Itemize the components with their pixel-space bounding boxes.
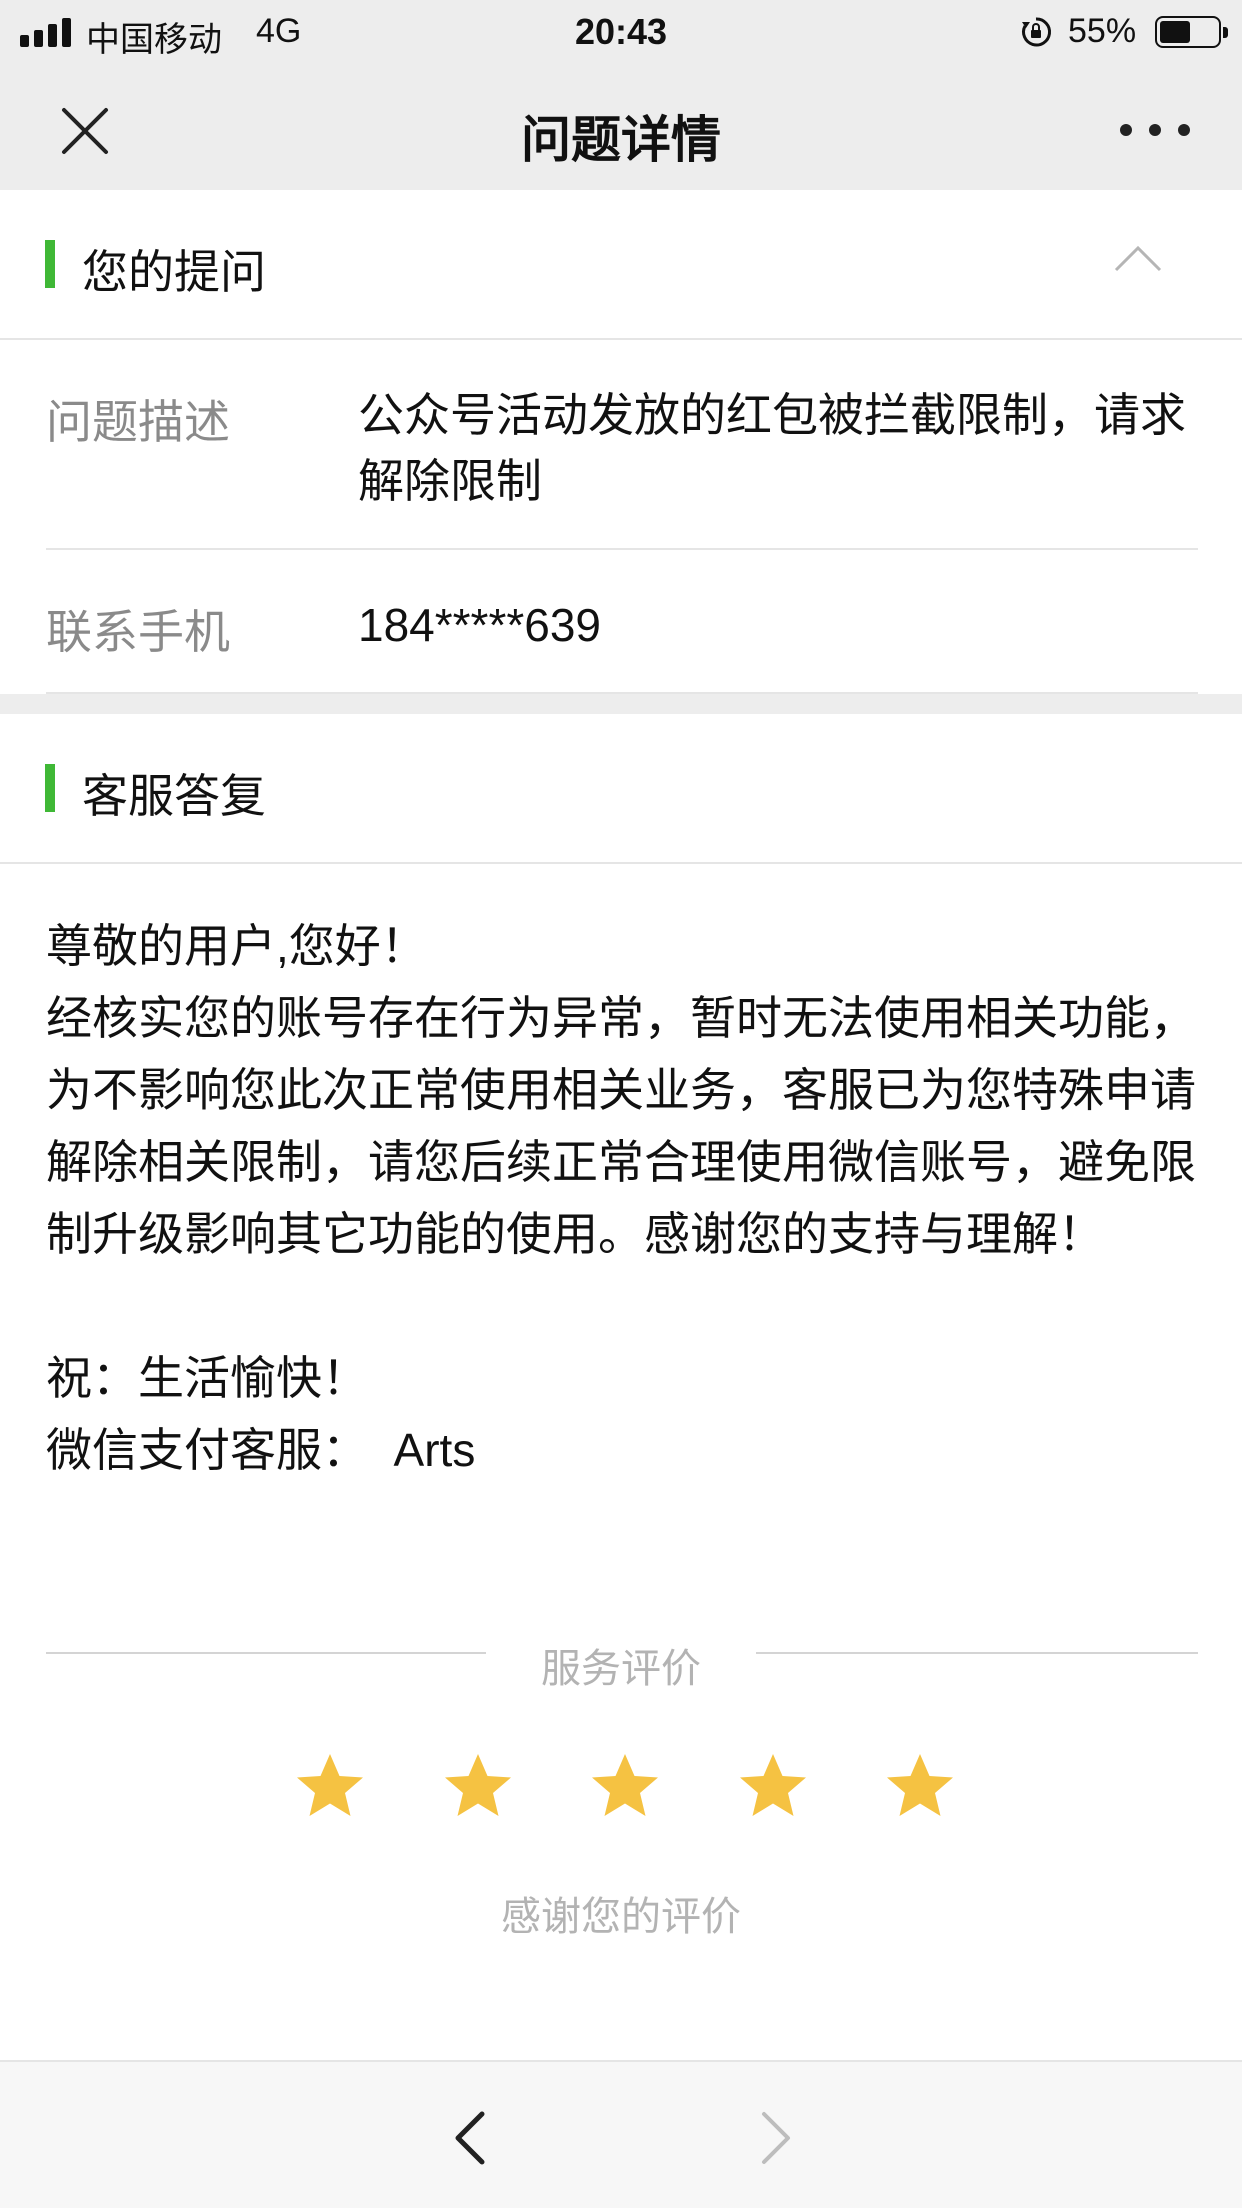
more-icon[interactable]: [1120, 110, 1190, 150]
rating-thanks: 感谢您的评价: [501, 1895, 741, 1939]
star-icon[interactable]: [438, 1748, 518, 1828]
rating-label: 服务评价: [541, 1647, 701, 1691]
divider: [0, 338, 1242, 340]
reply-section-title: 客服答复: [82, 770, 266, 822]
phone-value: 184*****639: [358, 599, 602, 651]
rotation-lock-icon: [1022, 17, 1052, 47]
chevron-right-icon[interactable]: [750, 2108, 800, 2168]
description-value: 公众号活动发放的红包被拦截限制，请求解除限制: [358, 389, 1186, 507]
status-bar: 中国移动 4G 20:43 55%: [0, 0, 1242, 62]
battery-icon: [1155, 16, 1228, 48]
page: 中国移动 4G 20:43 55% 问题详情 您的提问 问题描述 公众号活动发放…: [0, 0, 1242, 2208]
reply-signature: 微信支付客服： Arts: [46, 1424, 476, 1476]
nav-bar: 问题详情: [0, 62, 1242, 190]
reply-body: 经核实您的账号存在行为异常，暂时无法使用相关功能，为不影响您此次正常使用相关业务…: [46, 992, 1196, 1260]
reply-section-header: 客服答复: [0, 714, 1242, 862]
chevron-left-icon[interactable]: [446, 2108, 496, 2168]
question-section-title: 您的提问: [82, 246, 266, 298]
page-title: 问题详情: [521, 112, 721, 168]
section-gap: [0, 694, 1242, 714]
chevron-up-icon[interactable]: [1112, 238, 1164, 278]
section-accent-bar: [45, 240, 55, 288]
reply-greeting: 尊敬的用户,您好！: [46, 920, 427, 972]
phone-label: 联系手机: [46, 606, 230, 658]
star-icon[interactable]: [880, 1748, 960, 1828]
section-accent-bar: [45, 764, 55, 812]
question-section-header: 您的提问: [0, 190, 1242, 338]
star-rating[interactable]: [290, 1748, 960, 1828]
clock: 20:43: [574, 11, 668, 52]
star-icon[interactable]: [290, 1748, 370, 1828]
star-icon[interactable]: [585, 1748, 665, 1828]
battery-percent: 55%: [1068, 12, 1137, 50]
description-label: 问题描述: [46, 396, 230, 448]
reply-wish: 祝：生活愉快！: [46, 1352, 368, 1404]
reply-content: 尊敬的用户,您好！ 经核实您的账号存在行为异常，暂时无法使用相关功能，为不影响您…: [46, 910, 1196, 1486]
divider: [46, 548, 1198, 550]
bottom-toolbar: [0, 2060, 1242, 2208]
divider: [0, 862, 1242, 864]
star-icon[interactable]: [733, 1748, 813, 1828]
